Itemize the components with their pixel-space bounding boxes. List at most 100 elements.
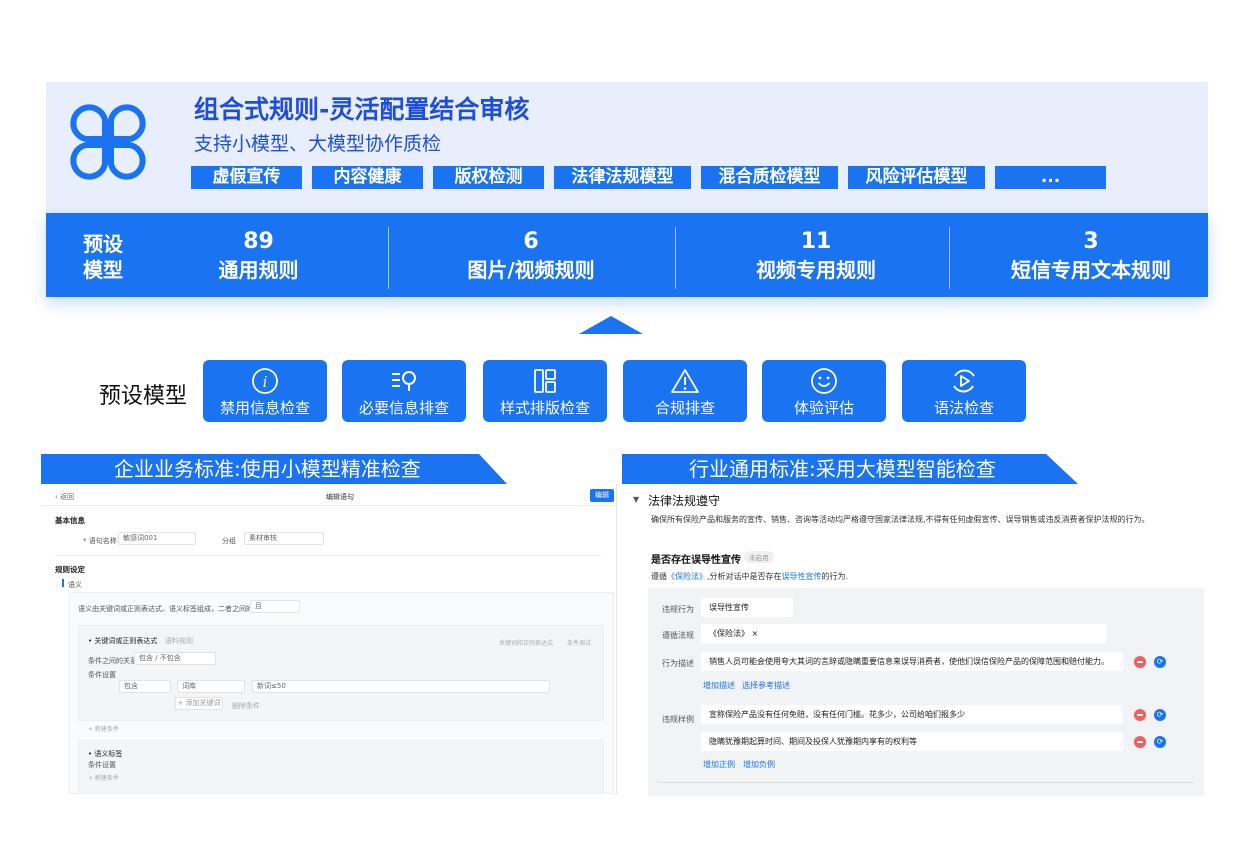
feature-tags: 虚假宣传 内容健康 版权检测 法律法规模型 混合质检模型 风险评估模型 ... — [191, 166, 1106, 189]
example-field-1[interactable]: 宣称保险产品没有任何免赔，没有任何门槛。花多少，公司给咱们报多少 — [701, 705, 1123, 724]
play-refresh-icon — [953, 369, 975, 393]
stat-general-rules: 89 通用规则 — [191, 228, 326, 284]
preset-button-label: 样式排版检查 — [499, 399, 590, 417]
stat-divider — [388, 227, 389, 289]
refresh-icon[interactable]: ⟳ — [1154, 736, 1166, 748]
editor-title: 编辑语句 — [326, 493, 354, 501]
rule-line-text: 的行为. — [821, 572, 849, 581]
cond-words-input[interactable]: 新词≤50 — [252, 680, 550, 693]
clover-logo-icon — [70, 104, 146, 180]
stat-label: 短信专用文本规则 — [1011, 258, 1171, 282]
tag-risk-model: 风险评估模型 — [848, 166, 985, 189]
preset-button-label: 必要信息排查 — [358, 399, 449, 417]
law-link[interactable]: 《保险法》 — [667, 572, 707, 581]
rule-description: 确保所有保险产品和服务的宣传、销售、咨询等活动均严格遵守国家法律法规,不得有任何… — [651, 515, 1150, 524]
term-link[interactable]: 误导性宣传 — [782, 572, 822, 581]
preset-title: 预设模型 — [99, 384, 188, 409]
cond-relation-label: 条件之间的关系 — [88, 657, 137, 665]
banner-subtitle: 支持小模型、大模型协作质检 — [194, 133, 442, 155]
stat-image-video-rules: 6 图片/视频规则 — [441, 228, 621, 284]
preset-button-required-info[interactable]: 必要信息排查 — [342, 360, 466, 422]
semantic-tag-cond: 条件设置 — [88, 761, 116, 769]
llm-rule-panel: ▼ 法律法规遵守 确保所有保险产品和服务的宣传、销售、咨询等活动均严格遵守国家法… — [628, 486, 1208, 796]
semantic-desc: 语义由关键词或正则表达式、语义标签组成，二者之间的关系 — [78, 605, 267, 613]
violation-field[interactable]: 误导性宣传 — [701, 598, 793, 617]
condition-test-link[interactable]: 条件测试 — [567, 638, 591, 647]
preset-button-grammar[interactable]: 语法检查 — [902, 360, 1026, 422]
refresh-icon[interactable]: ⟳ — [1154, 656, 1166, 668]
banner-title: 组合式规则-灵活配置结合审核 — [194, 95, 530, 124]
keyword-regex-link[interactable]: 关键词和正则表达式 — [499, 638, 553, 647]
rule-settings-heading: 规则设定 — [55, 565, 85, 574]
rule-line-text: 遵循 — [651, 572, 667, 581]
select-reference-link[interactable]: 选择参考描述 — [742, 680, 790, 691]
cond-lexicon-select[interactable]: 词库 — [177, 680, 245, 693]
name-field[interactable]: 敏感词001 — [118, 532, 196, 545]
status-badge: 未启用 — [744, 551, 774, 563]
check-question: 是否存在误导性宣传 — [651, 555, 741, 566]
back-link[interactable]: ‹ 返回 — [55, 492, 74, 502]
preset-button-label: 体验评估 — [793, 399, 854, 417]
add-positive-link[interactable]: 增加正例 — [703, 759, 735, 770]
layout-icon — [534, 369, 556, 393]
stat-video-rules: 11 视频专用规则 — [726, 228, 906, 284]
add-description-link[interactable]: 增加描述 — [703, 680, 735, 691]
pointer-triangle — [579, 316, 643, 334]
add-keyword-button[interactable]: + 添加关键词 — [175, 697, 223, 710]
tag-content-health: 内容健康 — [312, 166, 423, 189]
tag-law-model: 法律法规模型 — [554, 166, 691, 189]
stat-value: 6 — [523, 229, 539, 254]
add-condition-link[interactable]: + 新建条件 — [88, 724, 119, 733]
example-label: 违规样例 — [662, 715, 694, 724]
rule-title: 法律法规遵守 — [648, 494, 721, 508]
preset-button-compliance[interactable]: 合规排查 — [623, 360, 747, 422]
behavior-field[interactable]: 销售人员可能会使用夸大其词的言辞或隐瞒重要信息来误导消费者，使他们误信保险产品的… — [701, 652, 1123, 671]
violation-label: 违规行为 — [662, 605, 694, 614]
editor-toolbar: ‹ 返回 编辑语句 编辑 — [41, 484, 616, 506]
rule-line: 遵循《保险法》,分析对话中是否存在误导性宣传的行为. — [651, 571, 848, 582]
remove-icon[interactable] — [1134, 736, 1146, 748]
stat-label: 视频专用规则 — [756, 258, 876, 282]
add-negative-link[interactable]: 增加负例 — [743, 759, 775, 770]
refresh-icon[interactable]: ⟳ — [1154, 709, 1166, 721]
edit-button[interactable]: 编辑 — [590, 489, 614, 502]
preset-button-experience[interactable]: 体验评估 — [762, 360, 886, 422]
tag-more: ... — [995, 166, 1106, 189]
rule-line-text: ,分析对话中是否存在 — [707, 572, 782, 581]
behavior-label: 行为描述 — [662, 659, 694, 668]
remove-icon[interactable] — [1134, 656, 1146, 668]
cond-relation-select[interactable]: 包含 / 不包含 — [134, 652, 216, 665]
corpus-toggle[interactable]: 语料规则 — [165, 636, 193, 646]
example-field-2[interactable]: 隐瞒犹豫期起算时间、期间及投保人犹豫期内享有的权利等 — [701, 732, 1123, 751]
rule-detail-box: 违规行为 误导性宣传 遵循法规 《保险法》 × 行为描述 销售人员可能会使用夸大… — [648, 588, 1204, 796]
law-label: 遵循法规 — [662, 631, 694, 640]
stats-label-line1: 预设 — [83, 232, 123, 256]
preset-stats-bar: 预设 模型 89 通用规则 6 图片/视频规则 11 视频专用规则 3 短信专用… — [46, 213, 1208, 297]
semantic-tag-add[interactable]: + 新建条件 — [88, 773, 119, 782]
info-icon: i — [252, 368, 278, 394]
relation-select[interactable]: 且 — [250, 600, 300, 613]
semantic-tag-block — [78, 740, 604, 794]
smile-icon — [811, 368, 837, 394]
stat-sms-rules: 3 短信专用文本规则 — [991, 228, 1191, 284]
warning-icon — [671, 369, 699, 393]
cond-settings-label: 条件设置 — [88, 671, 116, 679]
law-field[interactable]: 《保险法》 × — [701, 624, 1106, 643]
preset-button-forbidden-info[interactable]: i 禁用信息检查 — [203, 360, 327, 422]
name-label: * 语句名称 — [83, 537, 117, 545]
stat-value: 3 — [1083, 229, 1099, 254]
keyword-title: • 关键词或正则表达式 — [88, 637, 158, 645]
preset-button-layout-check[interactable]: 样式排版检查 — [483, 360, 607, 422]
collapse-arrow-icon[interactable]: ▼ — [633, 495, 639, 504]
remove-icon[interactable] — [1134, 709, 1146, 721]
delete-condition-link[interactable]: 删除条件 — [232, 701, 260, 711]
tag-hybrid-model: 混合质检模型 — [701, 166, 838, 189]
stat-value: 11 — [800, 229, 832, 254]
divider — [55, 555, 602, 556]
stat-divider — [949, 227, 950, 289]
group-select[interactable]: 素材审核 — [244, 532, 324, 545]
section-marker — [62, 579, 64, 587]
semantic-label: 语义 — [68, 581, 82, 589]
cond-contains-select[interactable]: 包含 — [119, 680, 171, 693]
section-header-enterprise: 企业业务标准:使用小模型精准检查 — [41, 454, 507, 484]
